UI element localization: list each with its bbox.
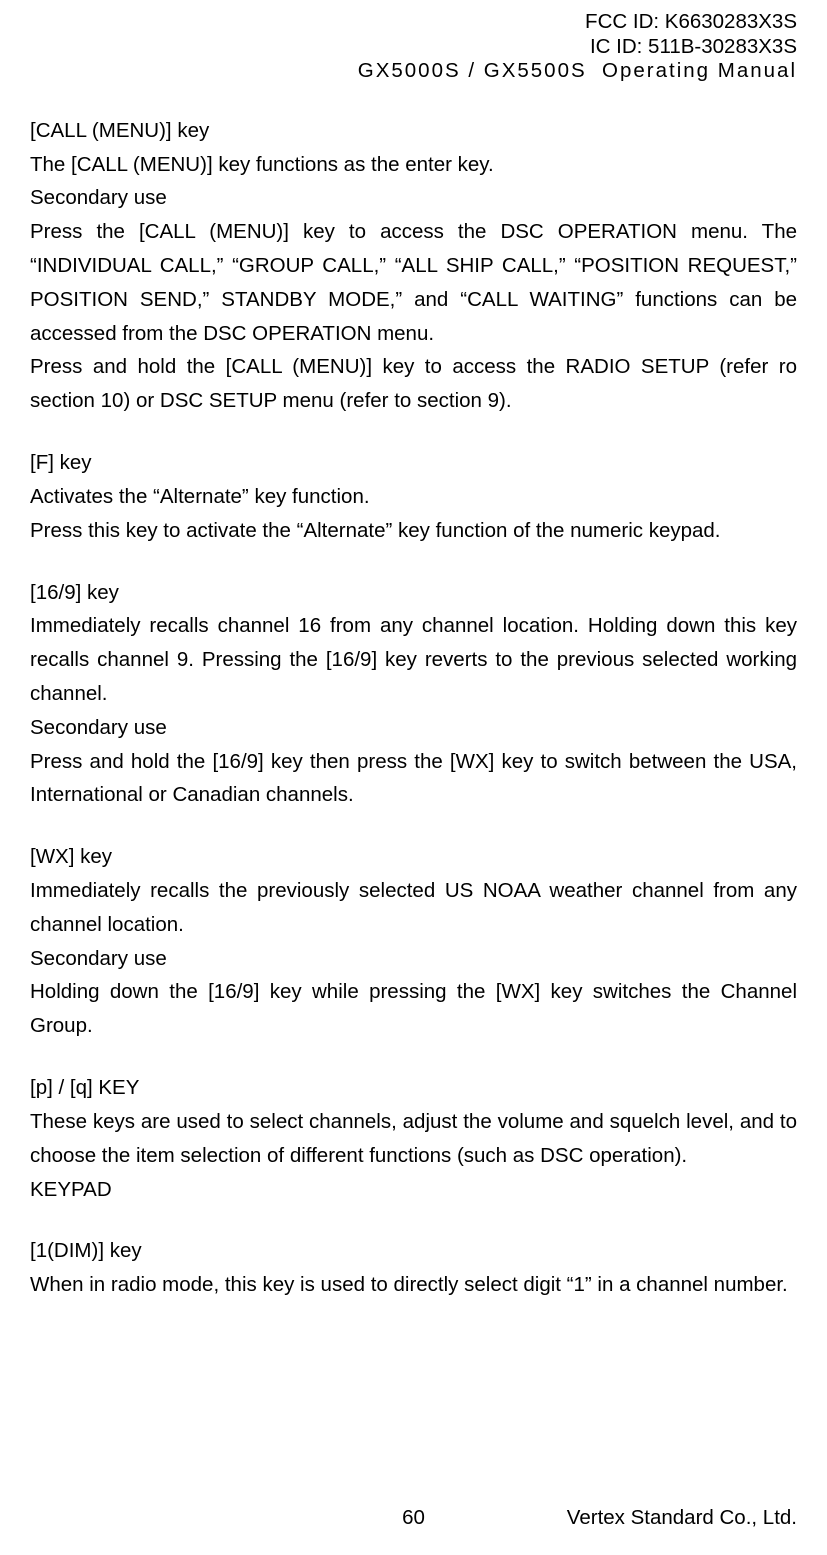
k169-para1: Immediately recalls channel 16 from any … [30, 609, 797, 710]
wx-title: [WX] key [30, 840, 797, 874]
k169-title: [16/9] key [30, 576, 797, 610]
wx-para2: Holding down the [16/9] key while pressi… [30, 975, 797, 1043]
secondary-use-label: Secondary use [30, 711, 797, 745]
page-number: 60 [402, 1501, 425, 1535]
f-key-line1: Activates the “Alternate” key function. [30, 480, 797, 514]
call-menu-para2: Press and hold the [CALL (MENU)] key to … [30, 350, 797, 418]
section-wx-key: [WX] key Immediately recalls the previou… [30, 840, 797, 1043]
dim-title: [1(DIM)] key [30, 1234, 797, 1268]
fcc-id: FCC ID: K6630283X3S [30, 10, 797, 35]
page-header: FCC ID: K6630283X3S IC ID: 511B-30283X3S… [30, 10, 797, 84]
keypad-label: KEYPAD [30, 1173, 797, 1207]
ic-id: IC ID: 511B-30283X3S [30, 35, 797, 60]
section-f-key: [F] key Activates the “Alternate” key fu… [30, 446, 797, 547]
call-menu-line1: The [CALL (MENU)] key functions as the e… [30, 148, 797, 182]
model-title: GX5000S / GX5500S Operating Manual [30, 59, 797, 84]
page-footer: 60 Vertex Standard Co., Ltd. [30, 1501, 797, 1535]
footer-company: Vertex Standard Co., Ltd. [567, 1501, 797, 1535]
pq-title: [p] / [q] KEY [30, 1071, 797, 1105]
dim-line1: When in radio mode, this key is used to … [30, 1268, 797, 1302]
page: FCC ID: K6630283X3S IC ID: 511B-30283X3S… [0, 0, 827, 1555]
k169-para2: Press and hold the [16/9] key then press… [30, 745, 797, 813]
call-menu-para1: Press the [CALL (MENU)] key to access th… [30, 215, 797, 350]
f-key-line2: Press this key to activate the “Alternat… [30, 514, 797, 548]
wx-para1: Immediately recalls the previously selec… [30, 874, 797, 942]
pq-para1: These keys are used to select channels, … [30, 1105, 797, 1173]
section-169-key: [16/9] key Immediately recalls channel 1… [30, 576, 797, 813]
f-key-title: [F] key [30, 446, 797, 480]
section-dim-key: [1(DIM)] key When in radio mode, this ke… [30, 1234, 797, 1302]
section-pq-key: [p] / [q] KEY These keys are used to sel… [30, 1071, 797, 1206]
call-menu-title: [CALL (MENU)] key [30, 114, 797, 148]
secondary-use-label: Secondary use [30, 181, 797, 215]
section-call-menu: [CALL (MENU)] key The [CALL (MENU)] key … [30, 114, 797, 418]
secondary-use-label: Secondary use [30, 942, 797, 976]
